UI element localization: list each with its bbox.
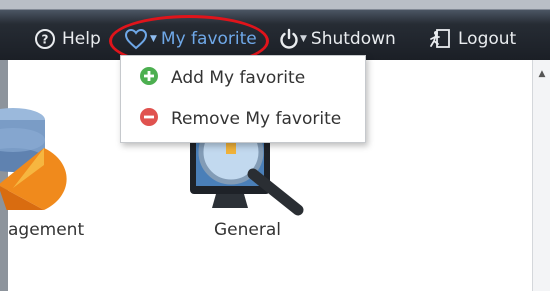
power-icon bbox=[278, 28, 300, 50]
logout-label: Logout bbox=[458, 29, 517, 49]
help-button[interactable]: ? Help bbox=[34, 24, 101, 54]
chevron-down-icon: ▼ bbox=[300, 34, 307, 44]
logout-icon bbox=[428, 28, 452, 50]
scroll-up-arrow-icon[interactable]: ▲ bbox=[534, 66, 550, 82]
add-my-favorite-label: Add My favorite bbox=[171, 68, 306, 88]
help-label: Help bbox=[62, 29, 101, 49]
my-favorite-dropdown: Add My favorite Remove My favorite bbox=[120, 55, 366, 143]
vertical-scrollbar[interactable]: ▲ bbox=[532, 60, 550, 291]
shutdown-button[interactable]: ▼ Shutdown bbox=[278, 24, 396, 54]
management-app-label[interactable]: agement bbox=[8, 220, 84, 240]
shutdown-label: Shutdown bbox=[310, 29, 396, 49]
remove-circle-icon bbox=[139, 107, 159, 132]
help-icon: ? bbox=[34, 28, 56, 50]
my-favorite-button[interactable]: ▼ My favorite bbox=[124, 24, 257, 54]
heart-icon bbox=[124, 28, 148, 50]
remove-my-favorite-menu-item[interactable]: Remove My favorite bbox=[121, 101, 365, 137]
svg-text:?: ? bbox=[42, 33, 49, 47]
general-app-label[interactable]: General bbox=[214, 220, 281, 240]
add-circle-icon bbox=[139, 66, 159, 91]
add-my-favorite-menu-item[interactable]: Add My favorite bbox=[121, 60, 365, 96]
chevron-down-icon: ▼ bbox=[150, 34, 157, 44]
remove-my-favorite-label: Remove My favorite bbox=[171, 109, 342, 129]
management-icon[interactable] bbox=[0, 90, 88, 214]
logout-button[interactable]: Logout bbox=[428, 24, 516, 54]
top-toolbar: ? Help ▼ My favorite ▼ Shutdown Logout bbox=[0, 0, 550, 60]
screen: ? Help ▼ My favorite ▼ Shutdown Logout a… bbox=[0, 0, 550, 291]
my-favorite-label: My favorite bbox=[160, 29, 257, 49]
